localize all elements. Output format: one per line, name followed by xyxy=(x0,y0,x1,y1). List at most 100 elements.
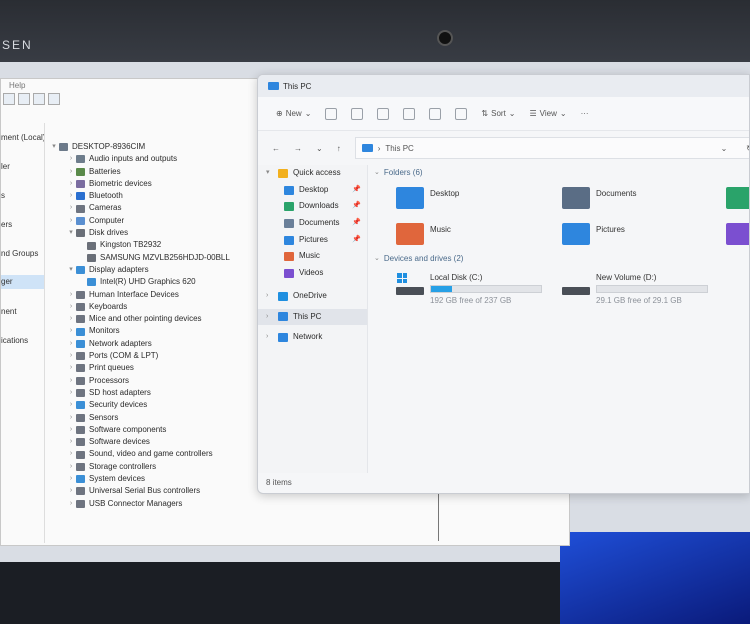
collapse-arrow-icon[interactable]: › xyxy=(66,350,76,362)
folder-tile[interactable] xyxy=(726,187,749,209)
console-tree-item[interactable]: s xyxy=(1,181,44,210)
nav-item-onedrive[interactable]: › OneDrive xyxy=(258,288,367,305)
address-text: This PC xyxy=(385,143,414,153)
collapse-arrow-icon[interactable]: › xyxy=(66,338,76,350)
collapse-arrow-icon[interactable]: › xyxy=(66,289,76,301)
help-icon[interactable] xyxy=(18,93,30,105)
nav-item-videos[interactable]: Videos xyxy=(258,265,367,282)
collapse-arrow-icon[interactable]: › xyxy=(66,375,76,387)
device-category-icon xyxy=(76,425,85,434)
expand-arrow-icon[interactable]: ▾ xyxy=(66,264,76,276)
collapse-arrow-icon[interactable]: › xyxy=(66,190,76,202)
collapse-arrow-icon[interactable]: › xyxy=(66,461,76,473)
drive-info: New Volume (D:) 29.1 GB free of 29.1 GB xyxy=(596,273,708,305)
collapse-arrow-icon[interactable]: › xyxy=(66,215,76,227)
nav-item-label: Desktop xyxy=(299,184,329,194)
cut-icon[interactable] xyxy=(325,107,338,120)
folder-tile[interactable]: Desktop xyxy=(396,187,459,209)
view-button[interactable]: ☰ View ⌄ xyxy=(530,109,567,118)
pin-icon: 📌 xyxy=(352,235,361,243)
collapse-arrow-icon[interactable]: › xyxy=(66,424,76,436)
collapse-arrow-icon[interactable]: › xyxy=(66,313,76,325)
documents-icon xyxy=(284,218,294,228)
more-options-button[interactable]: ··· xyxy=(581,109,589,118)
nav-item-pictures[interactable]: Pictures 📌 xyxy=(258,232,367,249)
collapse-arrow-icon[interactable]: › xyxy=(66,436,76,448)
monitor-icon[interactable] xyxy=(48,93,60,105)
collapse-arrow-icon[interactable]: › xyxy=(66,362,76,374)
nav-item-documents[interactable]: Documents 📌 xyxy=(258,215,367,232)
collapse-arrow-icon[interactable]: › xyxy=(66,387,76,399)
console-tree-item[interactable]: ications xyxy=(1,326,44,355)
drives-section-header[interactable]: ⌄ Devices and drives (2) xyxy=(370,251,463,267)
pictures-icon xyxy=(284,235,294,245)
expand-arrow-icon[interactable]: ▾ xyxy=(49,141,59,153)
folder-tile[interactable]: Documents xyxy=(562,187,636,209)
pin-icon: 📌 xyxy=(352,185,361,193)
scan-icon[interactable] xyxy=(33,93,45,105)
collapse-arrow-icon[interactable]: › xyxy=(66,498,76,510)
address-bar[interactable]: › This PC ⌄ ↻ xyxy=(354,137,749,159)
console-tree-item[interactable]: ler xyxy=(1,152,44,181)
console-tree-item[interactable]: ers xyxy=(1,210,44,239)
folders-section-header[interactable]: ⌄ Folders (6) xyxy=(370,165,423,181)
console-tree-item[interactable]: ger xyxy=(1,275,44,289)
console-tree-item[interactable]: ment (Local) xyxy=(1,123,44,152)
collapse-arrow-icon[interactable]: › xyxy=(66,178,76,190)
device-label: Sensors xyxy=(89,412,119,422)
up-icon[interactable]: ↑ xyxy=(337,144,341,153)
device-tree-node[interactable]: › USB Connector Managers xyxy=(47,498,307,510)
nav-item-this-pc[interactable]: › This PC xyxy=(258,308,367,326)
chevron-down-icon: ⌄ xyxy=(304,109,312,118)
nav-item-label: Documents xyxy=(299,218,340,228)
rename-icon[interactable] xyxy=(403,107,416,120)
refresh-icon[interactable]: ↻ xyxy=(746,144,749,153)
console-tree-item[interactable]: nd Groups xyxy=(1,239,44,268)
menu-help[interactable]: Help xyxy=(9,81,25,90)
drive-tile[interactable]: New Volume (D:) 29.1 GB free of 29.1 GB xyxy=(562,273,708,305)
collapse-arrow-icon[interactable]: › xyxy=(66,448,76,460)
folder-tile[interactable]: Music xyxy=(396,223,451,245)
properties-icon[interactable] xyxy=(3,93,15,105)
collapse-arrow-icon[interactable]: › xyxy=(66,166,76,178)
copy-icon[interactable] xyxy=(351,107,364,120)
collapse-arrow-icon[interactable]: › xyxy=(66,412,76,424)
collapse-arrow-icon[interactable]: › xyxy=(66,485,76,497)
folder-icon xyxy=(396,187,424,209)
delete-icon[interactable] xyxy=(455,107,468,120)
address-dropdown-icon[interactable]: ⌄ xyxy=(721,144,728,153)
collapse-arrow-icon[interactable]: › xyxy=(66,473,76,485)
expand-arrow-icon[interactable]: ▾ xyxy=(66,227,76,239)
folder-tile[interactable] xyxy=(726,223,749,245)
nav-expand-icon[interactable]: › xyxy=(266,288,278,305)
console-tree-item[interactable]: nent xyxy=(1,297,44,326)
collapse-arrow-icon[interactable]: › xyxy=(66,399,76,411)
paste-icon[interactable] xyxy=(377,107,390,120)
nav-item-desktop[interactable]: Desktop 📌 xyxy=(258,182,367,199)
nav-item-downloads[interactable]: Downloads 📌 xyxy=(258,198,367,215)
recent-locations-icon[interactable]: ⌄ xyxy=(316,144,323,153)
nav-item-music[interactable]: Music xyxy=(258,248,367,265)
nav-expand-icon[interactable]: › xyxy=(266,329,278,346)
nav-item-network[interactable]: › Network xyxy=(258,329,367,346)
new-button[interactable]: ⊕ New ⌄ xyxy=(276,109,311,118)
nav-item-quick-access[interactable]: ▾ Quick access xyxy=(258,165,367,182)
back-icon[interactable]: ← xyxy=(272,144,280,153)
folder-tile[interactable]: Pictures xyxy=(562,223,625,245)
nav-expand-icon[interactable]: ▾ xyxy=(266,165,278,182)
device-category-icon xyxy=(76,450,85,459)
sort-button[interactable]: ⇅ Sort ⌄ xyxy=(481,109,515,118)
collapse-arrow-icon[interactable]: › xyxy=(66,301,76,313)
nav-expand-icon[interactable]: › xyxy=(266,309,278,326)
drive-usage-bar xyxy=(430,285,542,293)
collapse-arrow-icon[interactable]: › xyxy=(66,325,76,337)
drive-tile[interactable]: Local Disk (C:) 192 GB free of 237 GB xyxy=(396,273,542,305)
collapse-arrow-icon[interactable]: › xyxy=(66,153,76,165)
forward-icon[interactable]: → xyxy=(294,144,302,153)
share-icon[interactable] xyxy=(429,107,442,120)
folder-icon xyxy=(562,223,590,245)
address-bar-row: ← → ⌄ ↑ › This PC ⌄ ↻ xyxy=(258,131,749,165)
device-category-icon xyxy=(76,462,85,471)
command-bar: ⊕ New ⌄ ⇅ Sort ⌄ ☰ View ⌄ ··· xyxy=(258,97,749,131)
collapse-arrow-icon[interactable]: › xyxy=(66,202,76,214)
